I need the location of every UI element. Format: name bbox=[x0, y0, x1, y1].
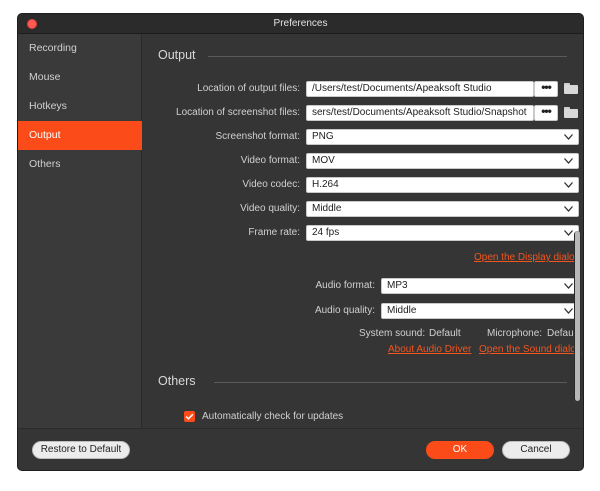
video-codec-select[interactable]: H.264 bbox=[306, 177, 579, 193]
content-scrollbar[interactable] bbox=[574, 231, 581, 401]
chevron-down-icon bbox=[564, 206, 573, 212]
content-pane: Output Location of output files: /Users/… bbox=[142, 34, 583, 428]
chevron-down-icon bbox=[564, 134, 573, 140]
audio-format-select[interactable]: MP3 bbox=[381, 278, 579, 294]
chevron-down-icon bbox=[564, 230, 573, 236]
dialog-footer: Restore to Default OK Cancel bbox=[18, 428, 583, 470]
open-folder-icon[interactable] bbox=[564, 107, 578, 118]
audio-quality-value: Middle bbox=[387, 305, 417, 316]
preferences-window: Preferences Recording Mouse Hotkeys Outp… bbox=[17, 13, 584, 471]
screenshot-location-label: Location of screenshot files: bbox=[176, 107, 300, 118]
video-format-label: Video format: bbox=[240, 155, 300, 166]
section-divider bbox=[214, 382, 567, 383]
checkmark-icon bbox=[185, 413, 194, 420]
video-codec-value: H.264 bbox=[312, 179, 339, 190]
video-codec-label: Video codec: bbox=[242, 179, 300, 190]
audio-quality-label: Audio quality: bbox=[314, 305, 375, 316]
output-location-label: Location of output files: bbox=[197, 83, 300, 94]
title-bar: Preferences bbox=[18, 14, 583, 34]
sidebar-item-mouse[interactable]: Mouse bbox=[18, 63, 142, 92]
sidebar-item-recording[interactable]: Recording bbox=[18, 34, 142, 63]
screenshot-format-value: PNG bbox=[312, 131, 334, 142]
sidebar-item-others[interactable]: Others bbox=[18, 150, 142, 179]
screenshot-format-select[interactable]: PNG bbox=[306, 129, 579, 145]
browse-screenshot-button[interactable]: ••• bbox=[534, 105, 558, 121]
system-sound-value: Default bbox=[429, 328, 461, 339]
chevron-down-icon bbox=[564, 308, 573, 314]
microphone-label: Microphone: bbox=[487, 328, 543, 339]
auto-update-label: Automatically check for updates bbox=[202, 411, 344, 422]
others-section-title: Others bbox=[158, 374, 196, 388]
ok-button[interactable]: OK bbox=[426, 441, 494, 459]
cancel-button[interactable]: Cancel bbox=[502, 441, 570, 459]
frame-rate-select[interactable]: 24 fps bbox=[306, 225, 579, 241]
auto-update-checkbox[interactable] bbox=[184, 411, 195, 422]
video-quality-label: Video quality: bbox=[240, 203, 300, 214]
sidebar: Recording Mouse Hotkeys Output Others bbox=[18, 34, 142, 428]
screenshot-location-field[interactable]: sers/test/Documents/Apeaksoft Studio/Sna… bbox=[306, 105, 534, 121]
frame-rate-label: Frame rate: bbox=[248, 227, 300, 238]
video-format-select[interactable]: MOV bbox=[306, 153, 579, 169]
frame-rate-value: 24 fps bbox=[312, 227, 340, 238]
video-quality-select[interactable]: Middle bbox=[306, 201, 579, 217]
audio-format-label: Audio format: bbox=[315, 280, 375, 291]
about-audio-driver-link[interactable]: About Audio Driver bbox=[388, 344, 471, 355]
open-sound-dialog-link[interactable]: Open the Sound dialog bbox=[479, 344, 581, 355]
video-format-value: MOV bbox=[312, 155, 335, 166]
output-section-title: Output bbox=[158, 48, 196, 62]
chevron-down-icon bbox=[564, 158, 573, 164]
scrollbar-thumb[interactable] bbox=[575, 231, 580, 401]
restore-default-button[interactable]: Restore to Default bbox=[32, 441, 130, 459]
open-display-dialog-link[interactable]: Open the Display dialog bbox=[474, 252, 580, 263]
section-divider bbox=[208, 56, 567, 57]
video-quality-value: Middle bbox=[312, 203, 342, 214]
system-sound-label: System sound: bbox=[359, 328, 426, 339]
screenshot-format-label: Screenshot format: bbox=[215, 131, 300, 142]
window-title: Preferences bbox=[273, 18, 328, 29]
chevron-down-icon bbox=[564, 283, 573, 289]
sidebar-item-output[interactable]: Output bbox=[18, 121, 142, 150]
open-folder-icon[interactable] bbox=[564, 83, 578, 94]
audio-quality-select[interactable]: Middle bbox=[381, 303, 579, 319]
browse-output-button[interactable]: ••• bbox=[534, 81, 558, 97]
chevron-down-icon bbox=[564, 182, 573, 188]
sidebar-item-hotkeys[interactable]: Hotkeys bbox=[18, 92, 142, 121]
audio-format-value: MP3 bbox=[387, 280, 408, 291]
output-location-field[interactable]: /Users/test/Documents/Apeaksoft Studio bbox=[306, 81, 534, 97]
